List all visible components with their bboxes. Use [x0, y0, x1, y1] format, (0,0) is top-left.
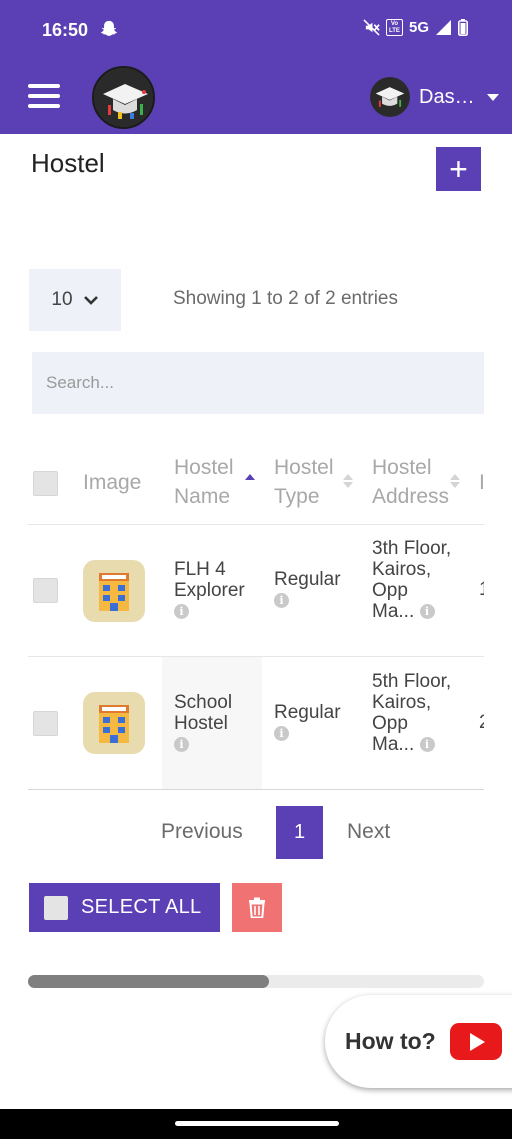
- column-header-hostel-type[interactable]: Hostel Type: [274, 453, 342, 511]
- hostel-name: FLH 4 Explorer: [174, 559, 245, 601]
- hostel-table: Image Hostel Name Hostel Type Hostel Add…: [28, 440, 484, 790]
- avatar: [370, 77, 410, 117]
- hostel-type-cell: Regular i: [274, 702, 360, 744]
- partial-cell: 2: [479, 712, 484, 733]
- page-1-button[interactable]: 1: [276, 806, 323, 859]
- how-to-label: How to?: [345, 1028, 436, 1054]
- column-header-hostel-name[interactable]: Hostel Name: [174, 453, 240, 511]
- system-nav-bar: [0, 1109, 512, 1139]
- network-type: 5G: [408, 19, 429, 36]
- hostel-name-cell: School Hostel i: [174, 692, 260, 755]
- info-icon[interactable]: i: [419, 604, 435, 620]
- hostel-type: Regular: [274, 702, 341, 723]
- youtube-play-icon: [450, 1023, 502, 1060]
- column-header-hostel-address[interactable]: Hostel Address: [372, 453, 456, 511]
- pagination: Previous 1 Next: [0, 806, 512, 859]
- volte-icon: Vo LTE: [385, 19, 403, 36]
- select-all-button[interactable]: SELECT ALL: [29, 883, 220, 932]
- row-checkbox[interactable]: [33, 578, 58, 603]
- snapchat-ghost-icon: [100, 20, 118, 36]
- next-page-button[interactable]: Next: [347, 820, 390, 844]
- table-row[interactable]: FLH 4 Explorer i Regular i 3th Floor, Kair…: [28, 525, 484, 657]
- entries-info: Showing 1 to 2 of 2 entries: [173, 288, 398, 309]
- column-header-image: Image: [83, 471, 142, 494]
- graduation-cap-logo[interactable]: [92, 66, 155, 129]
- row-checkbox[interactable]: [33, 711, 58, 736]
- select-all-label: SELECT ALL: [81, 896, 202, 918]
- status-time: 16:50: [42, 20, 89, 40]
- hostel-building-icon: [83, 692, 145, 754]
- info-icon[interactable]: i: [174, 604, 189, 620]
- search-input[interactable]: [32, 352, 484, 414]
- status-bar: 16:50 Vo LTE 5G: [0, 0, 512, 60]
- horizontal-scrollbar[interactable]: [28, 975, 484, 988]
- sort-both-icon: [343, 474, 353, 488]
- hostel-address: 5th Floor, Kairos, Opp Ma...: [372, 671, 452, 755]
- sort-asc-icon: [245, 474, 255, 482]
- home-gesture-handle[interactable]: [175, 1121, 339, 1126]
- previous-page-button[interactable]: Previous: [161, 820, 243, 844]
- user-name: Das…: [419, 85, 475, 108]
- checkbox-icon: [44, 895, 68, 920]
- hostel-address-cell: 3th Floor, Kairos, Opp Ma... i: [372, 538, 452, 622]
- chevron-down-icon: [487, 93, 499, 101]
- info-icon[interactable]: i: [274, 593, 289, 609]
- signal-icon: [436, 20, 451, 35]
- sort-both-icon: [450, 474, 460, 488]
- select-all-rows-checkbox[interactable]: [33, 471, 58, 496]
- hostel-address: 3th Floor, Kairos, Opp Ma...: [372, 538, 452, 622]
- page-title: Hostel: [31, 148, 105, 178]
- add-hostel-button[interactable]: +: [436, 147, 481, 191]
- info-icon[interactable]: i: [174, 737, 189, 753]
- user-menu-dropdown[interactable]: Das…: [370, 76, 499, 118]
- hamburger-menu-icon[interactable]: [28, 84, 60, 110]
- hostel-type-cell: Regular i: [274, 569, 360, 611]
- info-icon[interactable]: i: [274, 726, 289, 742]
- page-length-select[interactable]: 10: [29, 269, 121, 331]
- partial-cell: 1: [479, 579, 484, 600]
- status-icons: Vo LTE 5G: [363, 19, 468, 36]
- table-header-row: Image Hostel Name Hostel Type Hostel Add…: [28, 440, 484, 525]
- app-bar: Das…: [0, 60, 512, 134]
- mute-icon: [363, 19, 380, 36]
- hostel-type: Regular: [274, 569, 341, 590]
- how-to-video-button[interactable]: How to?: [325, 995, 512, 1088]
- info-icon[interactable]: i: [419, 737, 435, 753]
- scrollbar-thumb[interactable]: [28, 975, 269, 988]
- column-header-partial: I: [479, 471, 484, 494]
- chevron-down-icon: [83, 296, 98, 305]
- hostel-name: School Hostel: [174, 692, 233, 734]
- delete-button[interactable]: [232, 883, 282, 932]
- table-row[interactable]: School Hostel i Regular i 5th Floor, Kairo…: [28, 657, 484, 790]
- hostel-building-icon: [83, 560, 145, 622]
- hostel-name-cell: FLH 4 Explorer i: [174, 559, 260, 622]
- trash-icon: [249, 897, 265, 918]
- page-length-value: 10: [51, 289, 73, 310]
- battery-icon: [458, 19, 468, 36]
- hostel-address-cell: 5th Floor, Kairos, Opp Ma... i: [372, 671, 452, 755]
